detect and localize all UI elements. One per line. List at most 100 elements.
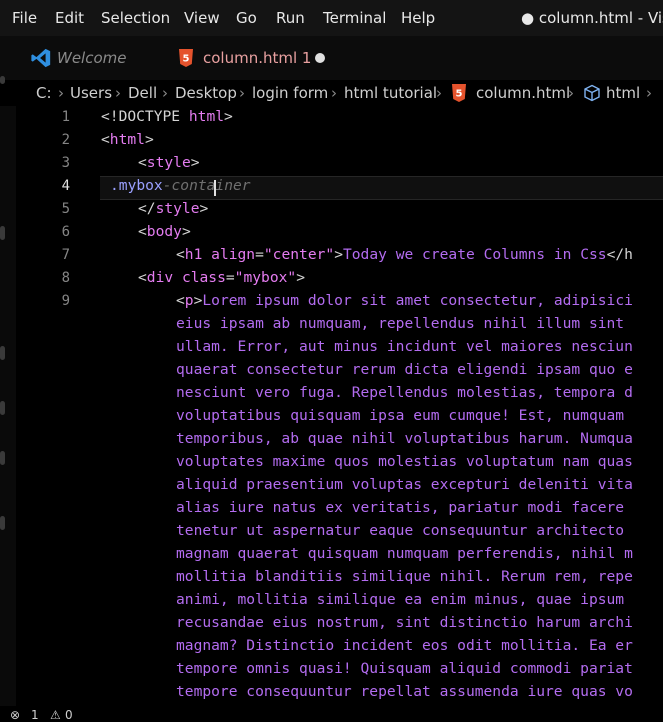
code-token: = <box>225 269 235 286</box>
gutter-marker <box>0 76 5 84</box>
code-line-2: <html> <box>101 131 154 148</box>
tab-column-html-label: column.html 1 <box>203 49 312 67</box>
chevron-right-icon: › <box>239 84 245 102</box>
code-token: > <box>190 154 200 171</box>
code-line-wrap: tenetur ut aspernatur eaque consequuntur… <box>176 522 625 539</box>
code-line-wrap: ullam. Error, aut minus incidunt vel mai… <box>176 338 633 355</box>
chevron-right-icon: › <box>331 84 337 102</box>
code-token: align <box>202 246 256 263</box>
code-line-3: <style> <box>138 154 200 171</box>
code-line-4: .mybox-container <box>110 177 251 194</box>
unsaved-dot-icon[interactable] <box>315 53 325 63</box>
code-line-wrap: magnam? Distinctio incident eos odit mol… <box>176 637 633 654</box>
code-editor[interactable]: 1 2 3 4 5 6 7 8 9 <!DOCTYPE html> <html>… <box>0 76 663 706</box>
code-token: < <box>138 154 147 171</box>
code-token: > <box>181 223 191 240</box>
code-line-6: <body> <box>138 223 191 240</box>
chevron-right-icon: › <box>162 84 168 102</box>
chevron-right-icon: › <box>568 84 574 102</box>
code-token: html <box>109 131 145 148</box>
code-line-wrap: tempore consequuntur repellat assumenda … <box>176 683 633 700</box>
code-line-wrap: eius ipsam ab numquam, repellendus nihil… <box>176 315 625 332</box>
breadcrumb-dell[interactable]: Dell <box>128 84 157 102</box>
menu-view[interactable]: View <box>184 9 220 27</box>
code-token: h1 <box>184 246 203 263</box>
code-line-wrap: quaerat consectetur rerum dicta eligendi… <box>176 361 633 378</box>
menu-selection[interactable]: Selection <box>101 9 170 27</box>
line-number: 6 <box>61 224 70 240</box>
code-token: body <box>146 223 182 240</box>
code-line-1: <!DOCTYPE html> <box>101 108 233 125</box>
code-token: > <box>199 200 209 217</box>
code-line-wrap: tempore omnis quasi! Quisquam aliquid co… <box>176 660 633 677</box>
line-number: 8 <box>61 270 70 286</box>
line-number: 5 <box>61 201 70 217</box>
gutter-marker <box>0 226 5 240</box>
code-token: style <box>146 154 191 171</box>
chevron-right-icon: › <box>58 84 64 102</box>
code-token: </h <box>606 246 633 263</box>
code-line-8: <div class="mybox"> <box>138 269 305 286</box>
code-line-wrap: nesciunt vero fuga. Repellendus molestia… <box>176 384 633 401</box>
code-token: style <box>155 200 200 217</box>
window-title: ● column.html - Visua <box>521 9 663 27</box>
breadcrumb-users[interactable]: Users <box>70 84 112 102</box>
code-token: < <box>101 131 110 148</box>
code-token: = <box>255 246 264 263</box>
code-token: > <box>296 269 305 286</box>
code-line-7: <h1 align="center">Today we create Colum… <box>176 246 633 263</box>
line-number: 1 <box>61 109 70 125</box>
breadcrumb-drive[interactable]: C: <box>36 84 52 102</box>
chevron-right-icon: › <box>646 84 652 102</box>
gutter-marker <box>0 346 5 360</box>
code-line-wrap: mollitia blanditiis similique nihil. Rer… <box>176 568 633 585</box>
code-token: "center" <box>263 246 335 263</box>
code-token: html <box>188 108 225 125</box>
code-token: <!DOCTYPE <box>101 108 189 125</box>
code-token: class <box>173 269 226 286</box>
code-line-wrap: voluptatibus quisquam ipsa eum cumque! E… <box>176 407 625 424</box>
code-token: div <box>146 269 174 286</box>
code-token: < <box>138 223 147 240</box>
menu-help[interactable]: Help <box>401 9 435 27</box>
tab-welcome-label: Welcome <box>57 49 127 67</box>
line-number: 3 <box>61 155 70 171</box>
gutter-marker <box>0 451 5 465</box>
breadcrumb-desktop[interactable]: Desktop <box>175 84 237 102</box>
gutter-marker <box>0 401 5 415</box>
menu-terminal[interactable]: Terminal <box>323 9 386 27</box>
code-line-wrap: aliquid praesentium voluptas excepturi d… <box>176 476 633 493</box>
menu-go[interactable]: Go <box>236 9 257 27</box>
code-token: Lorem ipsum dolor sit amet consectetur, … <box>202 292 633 309</box>
code-token: > <box>144 131 154 148</box>
html5-icon: 5 <box>179 49 193 67</box>
line-number: 2 <box>61 132 70 148</box>
vscode-icon <box>31 48 51 68</box>
menu-edit[interactable]: Edit <box>55 9 84 27</box>
code-token: .mybox <box>110 177 163 194</box>
line-number: 9 <box>61 293 70 309</box>
line-number: 7 <box>61 247 70 263</box>
code-line-wrap: voluptates maxime quos molestias volupta… <box>176 453 633 470</box>
html5-icon: 5 <box>452 84 466 102</box>
breadcrumb-login-form[interactable]: login form <box>252 84 328 102</box>
code-token: p <box>184 292 194 309</box>
gutter-marker <box>0 516 5 530</box>
breadcrumb-html-element[interactable]: html <box>606 84 640 102</box>
line-number-active: 4 <box>61 178 70 194</box>
breadcrumb-html-tutorial[interactable]: html tutorial <box>344 84 437 102</box>
code-line-wrap: animi, mollitia similique ea enim minus,… <box>176 591 625 608</box>
code-token: < <box>138 269 147 286</box>
text-cursor <box>214 180 216 196</box>
code-line-wrap: magnam quaerat quisquam numquam perferen… <box>176 545 633 562</box>
code-token: Today we create Columns in Css <box>342 246 607 263</box>
code-suggestion: -container <box>162 177 251 194</box>
code-line-wrap: recusandae eius nostrum, sint distinctio… <box>176 614 633 631</box>
chevron-right-icon: › <box>436 84 442 102</box>
code-token: > <box>224 108 233 125</box>
menu-run[interactable]: Run <box>276 9 305 27</box>
breadcrumb-column-html[interactable]: column.html <box>476 84 570 102</box>
code-line-wrap: alias iure natus ex veritatis, pariatur … <box>176 499 625 516</box>
status-bar <box>0 706 663 720</box>
menu-file[interactable]: File <box>12 9 37 27</box>
